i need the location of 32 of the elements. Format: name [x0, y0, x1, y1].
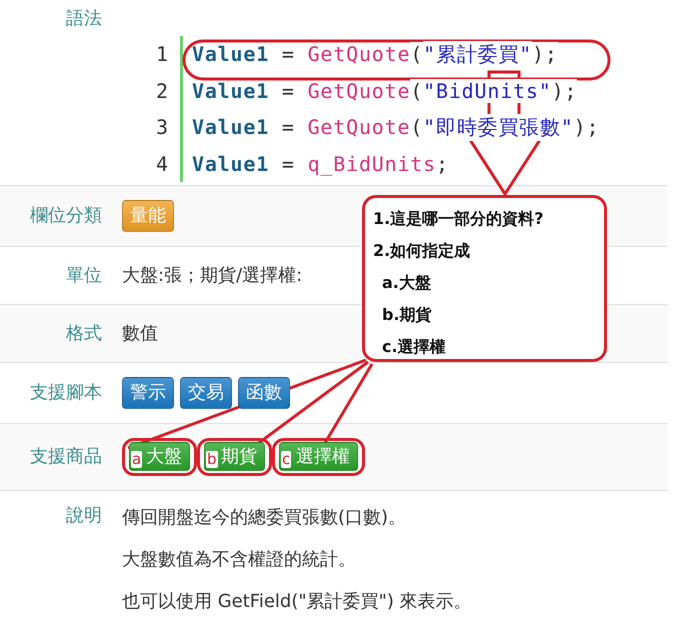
code-line: Value1 = GetQuote("累計委買"); [180, 36, 558, 72]
code-line: Value1 = GetQuote("BidUnits"); [180, 72, 578, 109]
line-number: 4 [154, 152, 169, 176]
callout-text: 2.如何指定成 [373, 240, 472, 262]
callout-text: b.期貨 [381, 304, 433, 326]
field-value: 數值 [122, 322, 158, 344]
field-value: 大盤:張；期貨/選擇權: [122, 264, 302, 286]
line-number: 2 [154, 78, 169, 103]
callout-text: 1.這是哪一部分的資料? [373, 208, 544, 230]
description-text: 大盤數值為不含權證的統計。 [122, 548, 357, 572]
tag-badge: 警示 [122, 377, 174, 409]
field-label: 格式 [65, 322, 102, 346]
tag-badge: 函數 [238, 377, 290, 409]
field-label: 說明 [65, 504, 102, 528]
code-line: Value1 = GetQuote("即時委買張數"); [180, 109, 600, 146]
annotation-letter: a [131, 451, 142, 468]
field-label: 單位 [65, 264, 102, 288]
tag-badge: 交易 [180, 377, 232, 409]
field-label: 語法 [65, 7, 102, 31]
description-text: 傳回開盤迄今的總委買張數(口數)。 [122, 506, 408, 530]
field-label: 支援腳本 [29, 381, 102, 405]
field-label: 支援商品 [29, 445, 102, 469]
line-number: 1 [154, 42, 169, 66]
annotation-letter: c [281, 451, 292, 468]
line-number: 3 [154, 115, 169, 140]
callout-text: a.大盤 [381, 272, 432, 294]
tag-badge: 量能 [122, 200, 174, 232]
description-text: 也可以使用 GetField("累計委買") 來表示。 [122, 590, 472, 614]
callout-text: c.選擇權 [381, 336, 447, 358]
code-line: Value1 = q_BidUnits; [180, 146, 449, 182]
field-label: 欄位分類 [29, 204, 102, 228]
annotation-letter: b [206, 451, 218, 468]
